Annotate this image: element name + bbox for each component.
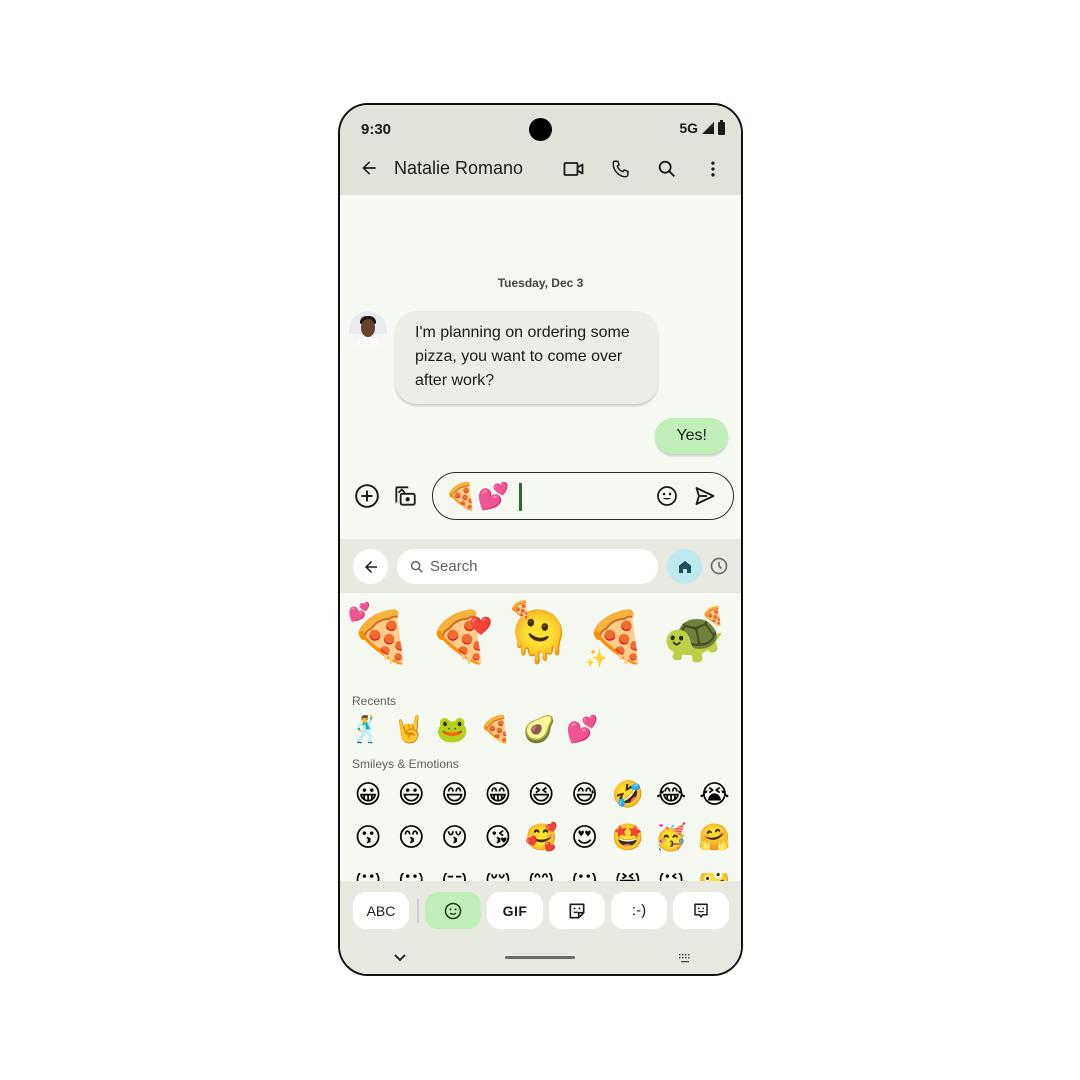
add-attachment-button[interactable]	[354, 483, 380, 509]
hide-keyboard-button[interactable]	[392, 951, 408, 963]
emoji-key[interactable]: 😍	[567, 819, 603, 855]
emoji-key[interactable]: 💕	[565, 711, 601, 747]
keyboard-back-button[interactable]	[353, 549, 388, 584]
message-input-value: 🍕💕	[445, 481, 510, 511]
search-icon	[658, 160, 675, 177]
status-time: 9:30	[361, 121, 392, 138]
kitchen-sticker[interactable]: 🍕 ✨	[581, 601, 653, 673]
more-options-button[interactable]	[699, 155, 727, 183]
kitchen-sticker[interactable]: 🍕 ❤️	[424, 601, 496, 673]
chevron-down-icon	[394, 954, 406, 962]
emoji-key[interactable]: 🤩	[610, 819, 646, 855]
emoji-key[interactable]: 😂	[653, 776, 689, 812]
mode-abc-button[interactable]: ABC	[353, 892, 409, 929]
clock-icon	[710, 557, 728, 575]
send-button[interactable]	[693, 484, 717, 508]
emoji-key[interactable]: 🐸	[435, 711, 471, 747]
keyboard-switch-button[interactable]	[678, 951, 692, 963]
emoji-key[interactable]: 🍕	[478, 711, 514, 747]
emoji-key[interactable]: 🕺	[348, 711, 384, 747]
smileys-row: 😗 😙 😚 😘 🥰 😍 🤩 🥳 🤗	[340, 819, 741, 859]
emoji-key[interactable]: 🥳	[653, 819, 689, 855]
network-type: 5G	[679, 120, 698, 136]
date-separator: Tuesday, Dec 3	[497, 276, 584, 290]
more-vert-icon	[711, 161, 715, 177]
front-camera	[529, 118, 552, 141]
outgoing-message[interactable]: Yes!	[655, 418, 728, 454]
voice-call-button[interactable]	[607, 155, 635, 183]
send-icon	[695, 487, 715, 505]
arrow-left-icon	[362, 161, 376, 175]
phone-icon	[612, 160, 629, 178]
home-gesture-handle[interactable]	[505, 956, 575, 959]
video-call-button[interactable]	[560, 155, 588, 183]
emoji-key[interactable]: 😁	[480, 776, 516, 812]
top-bar: 9:30 5G Natalie Romano	[340, 105, 741, 195]
emoji-key[interactable]: 😀	[350, 776, 386, 812]
message-input[interactable]: 🍕💕	[432, 472, 734, 520]
emoji-key[interactable]: 🤣	[610, 776, 646, 812]
video-camera-icon	[563, 162, 584, 176]
tab-home[interactable]	[667, 549, 702, 584]
emoji-search-input[interactable]: Search	[397, 549, 658, 584]
home-icon	[678, 560, 691, 573]
emoji-key[interactable]: 😆	[523, 776, 559, 812]
emoji-key[interactable]: 😭	[696, 776, 732, 812]
section-label-smileys: Smileys & Emotions	[352, 757, 459, 771]
mode-sticker-button[interactable]	[549, 892, 605, 929]
emoji-kitchen-suggestions: 🍕 💕 🍕 ❤️ 🫠 🍕 🍕 ✨ 🐢 🍕	[340, 601, 741, 681]
emoji-key[interactable]: 😘	[480, 819, 516, 855]
emoji-key[interactable]: 🤗	[696, 819, 732, 855]
emoji-key[interactable]: 😚	[437, 819, 473, 855]
search-placeholder: Search	[430, 558, 478, 575]
chat-sticker-icon	[694, 903, 708, 918]
contact-avatar[interactable]	[349, 311, 387, 349]
mode-chat-sticker-button[interactable]	[673, 892, 729, 929]
mode-divider	[417, 899, 419, 923]
mode-gif-button[interactable]: GIF	[487, 892, 543, 929]
sticker-icon	[569, 903, 585, 918]
mode-emoji-button[interactable]	[425, 892, 481, 929]
emoji-key[interactable]: 😃	[393, 776, 429, 812]
emoji-key[interactable]: 🥑	[521, 711, 557, 747]
app-bar: Natalie Romano	[340, 149, 741, 189]
gallery-button[interactable]	[392, 483, 418, 509]
gallery-camera-icon	[395, 486, 416, 506]
keyboard-mode-bar: ABC GIF :-)	[340, 881, 741, 974]
smile-icon	[657, 486, 677, 506]
emoji-button[interactable]	[655, 484, 679, 508]
emoji-key[interactable]: 🤘	[391, 711, 427, 747]
arrow-left-icon	[364, 560, 377, 573]
contact-name[interactable]: Natalie Romano	[394, 158, 523, 179]
tab-recent[interactable]	[708, 555, 730, 577]
status-indicators: 5G	[679, 119, 725, 136]
emoji-key[interactable]: 😅	[567, 776, 603, 812]
emoji-keyboard: Search 🍕 💕 🍕 ❤️ 🫠 🍕 �	[340, 539, 741, 974]
add-circle-icon	[355, 484, 379, 508]
smile-icon	[444, 902, 462, 919]
search-button[interactable]	[653, 155, 681, 183]
kitchen-sticker[interactable]: 🐢 🍕	[658, 601, 730, 673]
section-label-recents: Recents	[352, 694, 397, 708]
mode-emoticon-button[interactable]: :-)	[611, 892, 667, 929]
smileys-row: 😀 😃 😄 😁 😆 😅 🤣 😂 😭	[340, 776, 741, 816]
keyboard-icon	[679, 954, 690, 963]
emoji-key[interactable]: 🥰	[523, 819, 559, 855]
phone-frame: 9:30 5G Natalie Romano Tuesday, Dec 3 I'…	[338, 103, 743, 976]
battery-icon	[718, 119, 725, 135]
incoming-message[interactable]: I'm planning on ordering some pizza, you…	[395, 311, 658, 404]
signal-icon	[702, 122, 714, 134]
text-cursor	[519, 483, 522, 511]
recents-row: 🕺 🤘 🐸 🍕 🥑 💕	[340, 711, 741, 751]
emoji-key[interactable]: 😗	[350, 819, 386, 855]
kitchen-sticker[interactable]: 🫠 🍕	[503, 601, 575, 673]
search-icon	[410, 560, 423, 573]
back-button[interactable]	[356, 155, 382, 181]
emoji-key[interactable]: 😙	[393, 819, 429, 855]
kitchen-sticker[interactable]: 🍕 💕	[346, 601, 418, 673]
emoji-key[interactable]: 😄	[437, 776, 473, 812]
emoji-search-bar: Search	[340, 539, 741, 593]
